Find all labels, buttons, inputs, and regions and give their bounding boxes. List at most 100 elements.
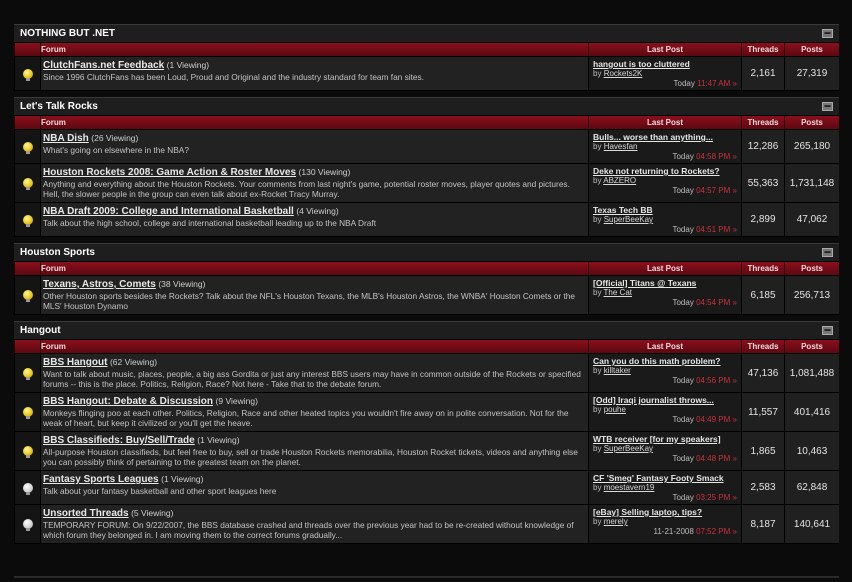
last-post-author-line: by killtaker (593, 366, 737, 375)
last-post-time: 04:49 PM (696, 415, 731, 424)
last-post-day: 11-21-2008 (653, 527, 694, 536)
last-post-author-link[interactable]: ABZERO (603, 176, 636, 185)
last-post-time: 04:58 PM (696, 152, 731, 161)
forum-info-cell: NBA Dish (26 Viewing) What's going on els… (40, 130, 588, 163)
last-post-author-line: by moestavern19 (593, 483, 737, 492)
forum-status-cell (14, 393, 40, 431)
category-title[interactable]: Hangout (20, 325, 61, 336)
category-title[interactable]: Let's Talk Rocks (20, 101, 98, 112)
forum-title-link[interactable]: Texans, Astros, Comets (43, 279, 156, 290)
column-header-row: Forum Last Post Threads Posts (14, 43, 839, 57)
forum-status-cell (14, 432, 40, 470)
forum-title-link[interactable]: NBA Draft 2009: College and Internationa… (43, 206, 294, 217)
forum-title-link[interactable]: BBS Classifieds: Buy/Sell/Trade (43, 435, 195, 446)
forum-row: NBA Dish (26 Viewing) What's going on els… (14, 130, 839, 164)
last-post-author-link[interactable]: merely (604, 517, 628, 526)
last-post-date: Today 04:54 PM » (593, 298, 737, 307)
forum-title-link[interactable]: Unsorted Threads (43, 508, 129, 519)
go-to-last-post-icon[interactable]: » (733, 152, 737, 161)
forum-title-link[interactable]: BBS Hangout (43, 357, 107, 368)
last-post-thread-link[interactable]: [Official] Titans @ Texans (593, 278, 737, 288)
post-count: 47,062 (784, 203, 839, 236)
last-post-author-line: by merely (593, 517, 737, 526)
last-post-author-link[interactable]: moestavern19 (604, 483, 655, 492)
last-post-author-link[interactable]: Rockets2K (604, 69, 643, 78)
last-post-author-link[interactable]: The Cat (604, 288, 632, 297)
forum-info-cell: ClutchFans.net Feedback (1 Viewing) Since… (40, 57, 588, 90)
forum-status-cell (14, 505, 40, 543)
last-post-time: 04:57 PM (696, 186, 731, 195)
thread-count: 55,363 (741, 164, 784, 202)
last-post-thread-link[interactable]: [eBay] Selling laptop, tips? (593, 507, 737, 517)
forum-title-link[interactable]: Houston Rockets 2008: Game Action & Rost… (43, 167, 296, 178)
last-post-author-link[interactable]: SuperBeeKay (604, 444, 653, 453)
column-header-posts: Posts (784, 262, 839, 275)
category-title[interactable]: Houston Sports (20, 247, 95, 258)
column-header-icon (14, 340, 40, 353)
last-post-thread-link[interactable]: Deke not returning to Rockets? (593, 166, 737, 176)
last-post-day: Today (672, 186, 694, 195)
last-post-date: 11-21-2008 07:52 PM » (593, 527, 738, 536)
thread-count: 47,136 (741, 354, 784, 392)
last-post-date: Today 04:56 PM » (593, 376, 737, 385)
category-header: Houston Sports ▬ (14, 243, 839, 262)
viewing-count: (62 Viewing) (109, 357, 158, 367)
last-post-thread-link[interactable]: Texas Tech BB (593, 205, 737, 215)
last-post-thread-link[interactable]: WTB receiver [for my speakers] (593, 434, 737, 444)
last-post-thread-link[interactable]: Bulls... worse than anything... (593, 132, 737, 142)
collapse-icon[interactable]: ▬ (822, 102, 833, 111)
forum-info-cell: NBA Draft 2009: College and Internationa… (40, 203, 588, 236)
last-post-by-label: by (593, 483, 602, 492)
last-post-by-label: by (593, 288, 602, 297)
last-post-author-link[interactable]: SuperBeeKay (604, 215, 653, 224)
go-to-last-post-icon[interactable]: » (733, 415, 737, 424)
collapse-icon[interactable]: ▬ (822, 248, 833, 257)
lightbulb-new-posts-icon (22, 214, 33, 227)
column-header-icon (14, 43, 40, 56)
go-to-last-post-icon[interactable]: » (733, 454, 737, 463)
forum-title-link[interactable]: BBS Hangout: Debate & Discussion (43, 396, 213, 407)
post-count: 1,081,488 (784, 354, 839, 392)
go-to-last-post-icon[interactable]: » (733, 527, 737, 536)
forum-status-cell (14, 276, 40, 314)
go-to-last-post-icon[interactable]: » (733, 493, 737, 502)
last-post-date: Today 04:58 PM » (593, 152, 737, 161)
last-post-thread-link[interactable]: Can you do this math problem? (593, 356, 737, 366)
last-post-cell: hangout is too cluttered by Rockets2K Toda… (588, 57, 741, 90)
last-post-thread-link[interactable]: CF 'Smeg' Fantasy Footy Smack (593, 473, 737, 483)
forum-title-link[interactable]: NBA Dish (43, 133, 89, 144)
last-post-author-line: by The Cat (593, 288, 737, 297)
forum-title-link[interactable]: Fantasy Sports Leagues (43, 474, 159, 485)
forum-description: Since 1996 ClutchFans has been Loud, Pro… (43, 72, 424, 82)
last-post-author-line: by Havesfan (593, 142, 737, 151)
go-to-last-post-icon[interactable]: » (733, 79, 737, 88)
forum-title-link[interactable]: ClutchFans.net Feedback (43, 60, 164, 71)
go-to-last-post-icon[interactable]: » (733, 186, 737, 195)
go-to-last-post-icon[interactable]: » (733, 298, 737, 307)
thread-count: 6,185 (741, 276, 784, 314)
go-to-last-post-icon[interactable]: » (733, 376, 737, 385)
collapse-icon[interactable]: ▬ (822, 326, 833, 335)
viewing-count: (1 Viewing) (161, 474, 204, 484)
column-header-posts: Posts (784, 43, 839, 56)
forum-row: NBA Draft 2009: College and Internationa… (14, 203, 839, 237)
last-post-thread-link[interactable]: hangout is too cluttered (593, 59, 737, 69)
column-header-forum: Forum (40, 116, 588, 129)
forum-status-cell (14, 354, 40, 392)
category-title[interactable]: NOTHING BUT .NET (20, 28, 115, 39)
last-post-by-label: by (593, 142, 602, 151)
go-to-last-post-icon[interactable]: » (733, 225, 737, 234)
last-post-author-link[interactable]: pouhe (604, 405, 626, 414)
forum-row: Unsorted Threads (5 Viewing) TEMPORARY FO… (14, 505, 839, 544)
forum-status-cell (14, 471, 40, 504)
last-post-author-link[interactable]: Havesfan (604, 142, 638, 151)
last-post-author-line: by ABZERO (593, 176, 737, 185)
forum-status-cell (14, 57, 40, 90)
last-post-author-link[interactable]: killtaker (604, 366, 631, 375)
column-header-last-post: Last Post (588, 43, 741, 56)
collapse-icon[interactable]: ▬ (822, 29, 833, 38)
last-post-thread-link[interactable]: [Odd] Iraqi journalist throws... (593, 395, 737, 405)
last-post-by-label: by (593, 215, 602, 224)
last-post-cell: [Official] Titans @ Texans by The Cat Toda… (588, 276, 741, 314)
column-header-posts: Posts (784, 340, 839, 353)
